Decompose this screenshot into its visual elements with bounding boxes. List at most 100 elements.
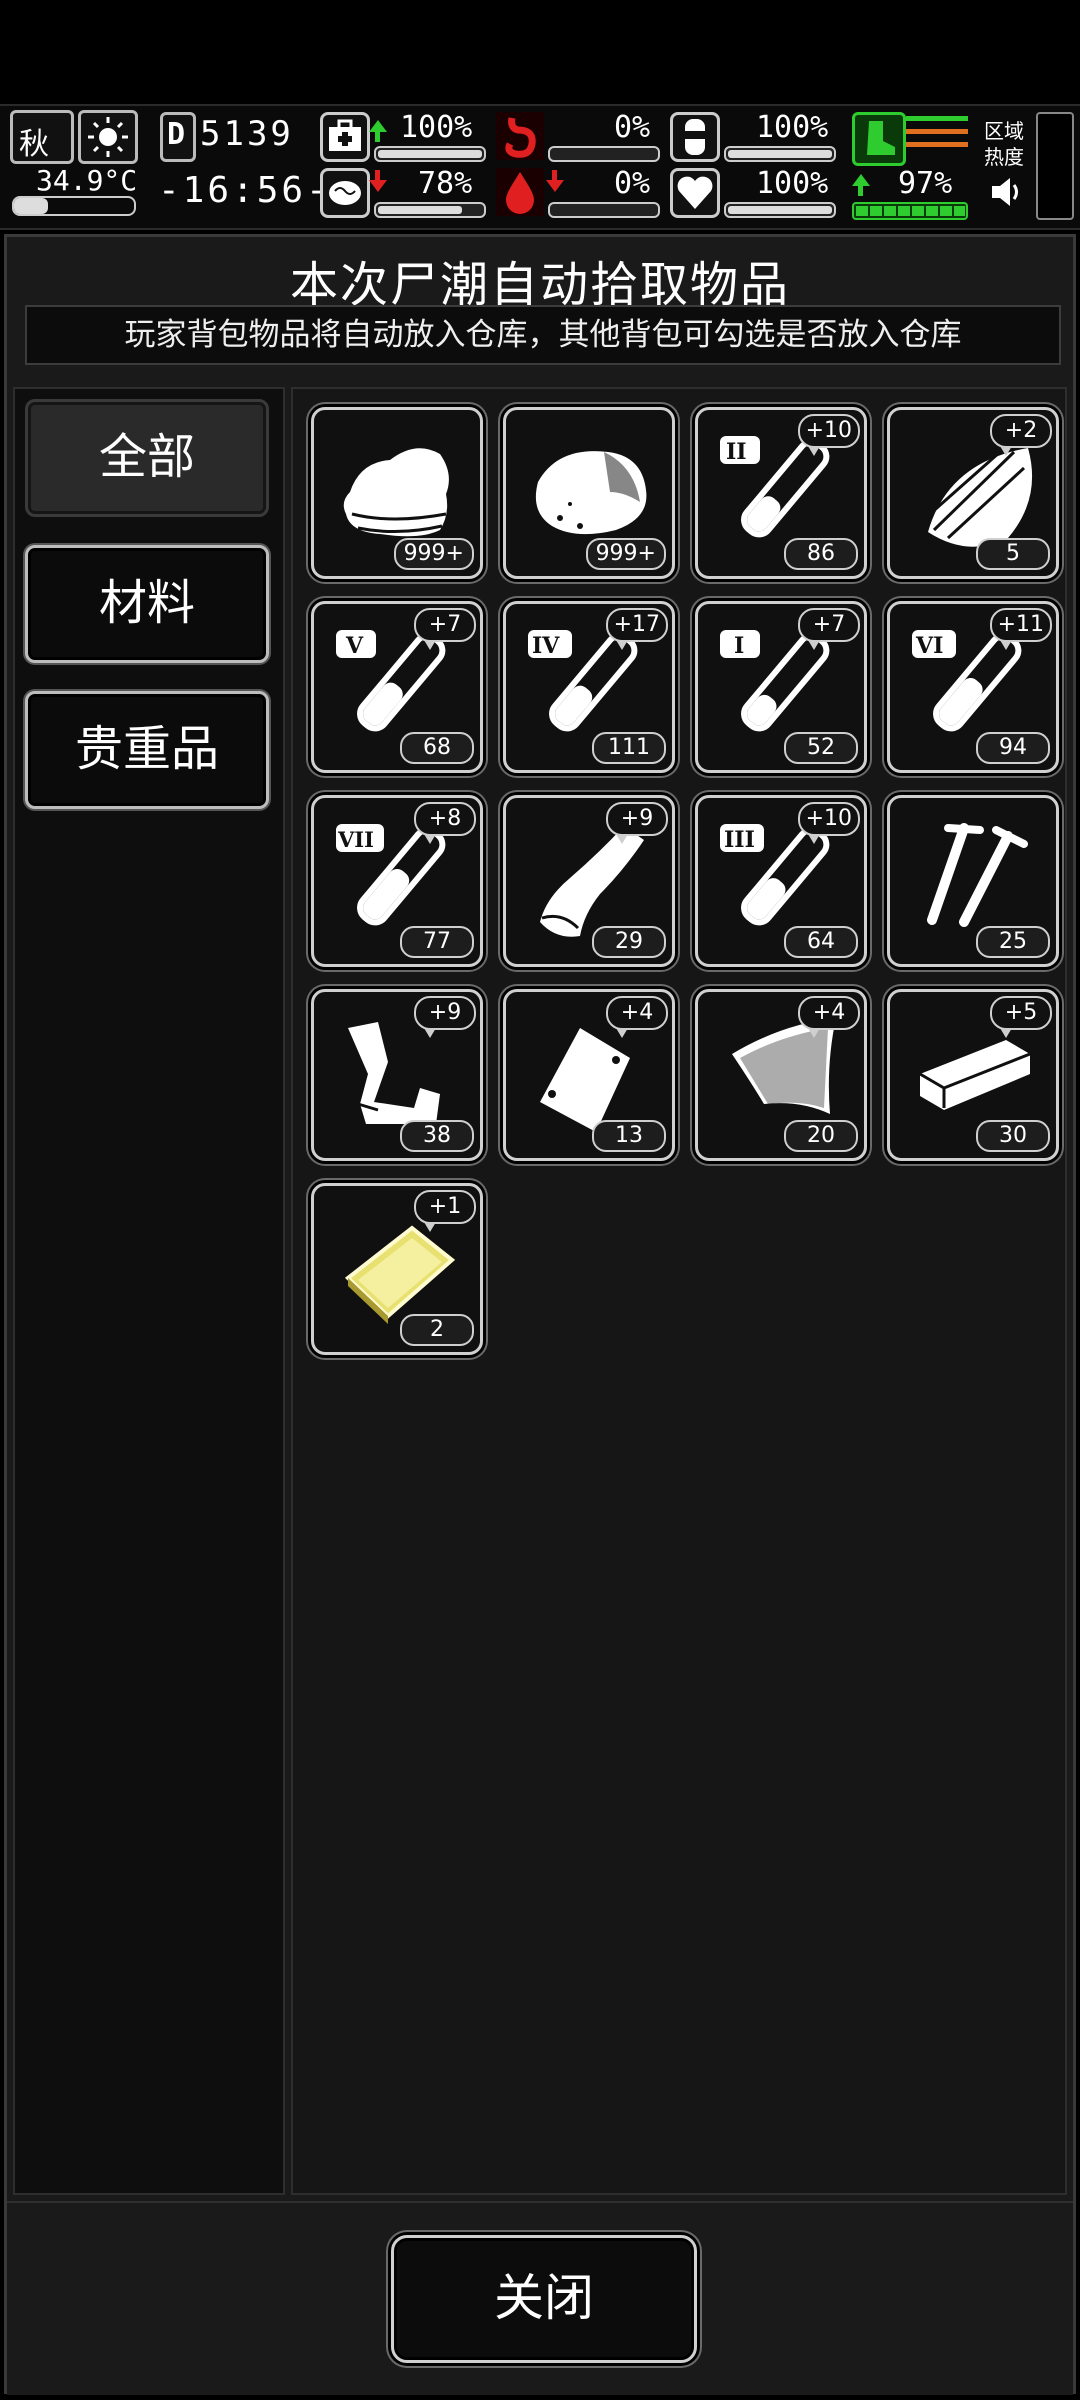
speaker-icon[interactable] bbox=[988, 174, 1024, 210]
item-count: 94 bbox=[976, 732, 1050, 764]
item-count: 20 bbox=[784, 1120, 858, 1152]
roman-label: II bbox=[726, 439, 747, 465]
bleeding-bar bbox=[548, 202, 660, 218]
item-slot[interactable]: VI +11 94 bbox=[887, 601, 1059, 773]
bleeding-value: 0% bbox=[614, 166, 651, 201]
mood-value: 100% bbox=[756, 166, 829, 201]
item-slot[interactable]: IV +17 111 bbox=[503, 601, 675, 773]
gain-badge: +9 bbox=[414, 996, 476, 1038]
item-count: 86 bbox=[784, 538, 858, 570]
roman-label: III bbox=[724, 827, 755, 853]
item-count: 5 bbox=[976, 538, 1050, 570]
gain-badge: +8 bbox=[414, 802, 476, 844]
roman-label: I bbox=[734, 633, 744, 659]
roman-label: IV bbox=[532, 633, 560, 659]
item-count: 999+ bbox=[393, 538, 474, 570]
status-hud: 秋 34.9°C D 5139 -16:56- 100% 78% 0% 0% 1… bbox=[0, 104, 1080, 230]
gain-badge: +17 bbox=[605, 608, 668, 650]
sun-icon bbox=[78, 110, 138, 164]
stamina-value: 97% bbox=[898, 166, 953, 201]
auto-loot-panel: 本次尸潮自动拾取物品 玩家背包物品将自动放入仓库，其他背包可勾选是否放入仓库 全… bbox=[4, 234, 1076, 2395]
stamina-lines bbox=[906, 116, 968, 160]
medkit-icon bbox=[320, 112, 370, 162]
water-bottle-icon bbox=[670, 112, 720, 162]
tab-all[interactable]: 全部 bbox=[25, 399, 269, 517]
item-slot[interactable]: 25 bbox=[887, 795, 1059, 967]
item-count: 64 bbox=[784, 926, 858, 958]
roman-label: V bbox=[345, 633, 364, 659]
item-slot[interactable]: +2 5 bbox=[887, 407, 1059, 579]
item-slot[interactable]: +4 13 bbox=[503, 989, 675, 1161]
item-count: 13 bbox=[592, 1120, 666, 1152]
item-slot[interactable]: +9 29 bbox=[503, 795, 675, 967]
item-count: 25 bbox=[976, 926, 1050, 958]
day-icon: D bbox=[160, 112, 196, 162]
item-grid: 999+ 999+ II +10 86 +2 5 V +7 68 IV +17 … bbox=[291, 387, 1067, 2195]
item-count: 2 bbox=[400, 1314, 474, 1346]
item-count: 29 bbox=[592, 926, 666, 958]
mood-bar bbox=[724, 202, 836, 218]
panel-subtitle: 玩家背包物品将自动放入仓库，其他背包可勾选是否放入仓库 bbox=[25, 305, 1061, 365]
stamina-bar bbox=[852, 202, 968, 220]
gain-badge: +11 bbox=[989, 608, 1052, 650]
trend-down-icon bbox=[369, 180, 387, 192]
item-slot[interactable]: 999+ bbox=[311, 407, 483, 579]
gain-badge: +2 bbox=[990, 414, 1052, 456]
category-sidebar: 全部 材料 贵重品 bbox=[13, 387, 285, 2195]
item-slot[interactable]: 999+ bbox=[503, 407, 675, 579]
item-slot[interactable]: II +10 86 bbox=[695, 407, 867, 579]
gain-badge: +7 bbox=[414, 608, 476, 650]
gain-badge: +1 bbox=[414, 1190, 476, 1232]
thirst-value: 100% bbox=[756, 110, 829, 145]
item-slot[interactable]: VII +8 77 bbox=[311, 795, 483, 967]
sanity-bar bbox=[374, 202, 486, 218]
temperature-readout: 34.9°C bbox=[36, 164, 138, 197]
hunger-value: 0% bbox=[614, 110, 651, 145]
item-count: 999+ bbox=[585, 538, 666, 570]
gain-badge: +10 bbox=[797, 414, 860, 456]
tab-materials[interactable]: 材料 bbox=[25, 545, 269, 663]
roman-label: VII bbox=[337, 827, 374, 852]
panel-footer: 关闭 bbox=[7, 2201, 1073, 2395]
item-count: 111 bbox=[592, 732, 666, 764]
item-slot[interactable]: III +10 64 bbox=[695, 795, 867, 967]
day-counter: 5139 bbox=[200, 114, 294, 154]
blood-drop-icon bbox=[496, 168, 544, 216]
season-badge: 秋 bbox=[10, 110, 74, 164]
stomach-icon bbox=[496, 112, 544, 160]
item-slot[interactable]: V +7 68 bbox=[311, 601, 483, 773]
item-count: 30 bbox=[976, 1120, 1050, 1152]
gain-badge: +4 bbox=[606, 996, 668, 1038]
sanity-value: 78% bbox=[418, 166, 473, 201]
item-slot[interactable]: +5 30 bbox=[887, 989, 1059, 1161]
tab-valuables[interactable]: 贵重品 bbox=[25, 691, 269, 809]
trend-up-icon bbox=[852, 174, 870, 186]
health-bar-fill bbox=[378, 150, 482, 158]
item-slot[interactable]: +4 20 bbox=[695, 989, 867, 1161]
close-button[interactable]: 关闭 bbox=[391, 2235, 697, 2363]
roman-label: VI bbox=[915, 633, 943, 659]
item-slot[interactable]: I +7 52 bbox=[695, 601, 867, 773]
item-slot[interactable]: +9 38 bbox=[311, 989, 483, 1161]
gain-badge: +7 bbox=[798, 608, 860, 650]
item-count: 68 bbox=[400, 732, 474, 764]
health-value: 100% bbox=[400, 110, 473, 145]
thermometer-icon bbox=[12, 196, 136, 216]
trend-down-icon bbox=[546, 180, 564, 192]
item-count: 38 bbox=[400, 1120, 474, 1152]
hunger-bar bbox=[548, 146, 660, 162]
heart-icon bbox=[670, 168, 720, 218]
trend-up-icon bbox=[369, 120, 387, 132]
brain-icon bbox=[320, 168, 370, 218]
season-label: 秋 bbox=[19, 127, 49, 162]
zone-heat-meter bbox=[1036, 112, 1074, 220]
gain-badge: +9 bbox=[606, 802, 668, 844]
health-bar bbox=[374, 146, 486, 162]
item-count: 77 bbox=[400, 926, 474, 958]
zone-heat-label: 区域 热度 bbox=[984, 119, 1024, 169]
gain-badge: +5 bbox=[990, 996, 1052, 1038]
item-slot[interactable]: +1 2 bbox=[311, 1183, 483, 1355]
boot-icon bbox=[852, 112, 906, 166]
gain-badge: +4 bbox=[798, 996, 860, 1038]
clock-readout: -16:56- bbox=[158, 170, 331, 211]
